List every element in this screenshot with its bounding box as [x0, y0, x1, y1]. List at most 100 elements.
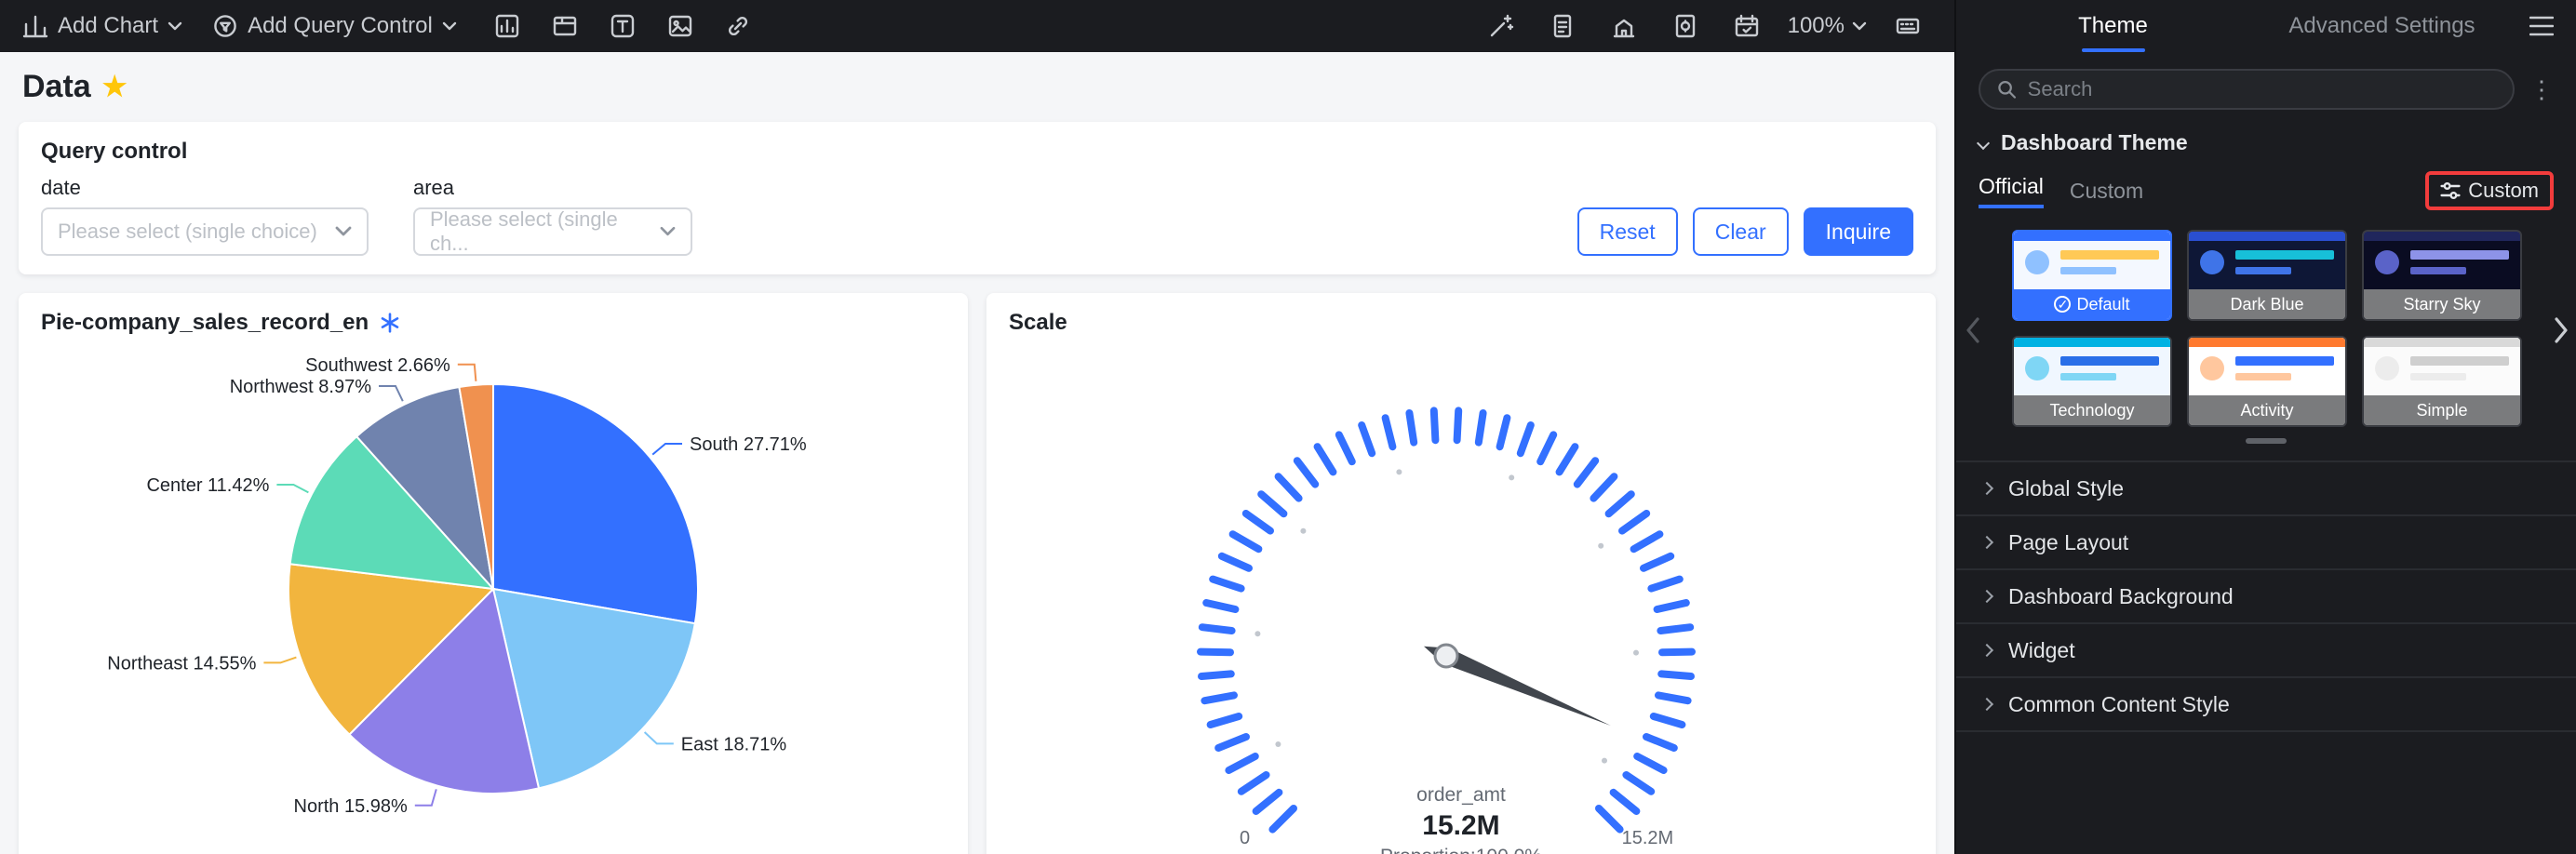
area-select-placeholder: Please select (single ch...	[430, 207, 618, 255]
theme-preview	[2364, 338, 2520, 395]
menu-icon[interactable]	[2516, 16, 2554, 36]
shortcut-keys-button[interactable]	[1887, 7, 1928, 45]
gauge-value: 15.2M	[1422, 810, 1500, 841]
chevron-right-icon	[1979, 535, 1994, 550]
settings-panel-header: Theme Advanced Settings	[1956, 0, 2576, 52]
document-button[interactable]	[1542, 7, 1583, 45]
inquire-button[interactable]: Inquire	[1803, 207, 1913, 256]
keyboard-icon	[1896, 18, 1920, 34]
chevron-right-icon	[1979, 589, 1994, 604]
subtab-official[interactable]: Official	[1979, 174, 2044, 208]
image-icon	[668, 15, 692, 37]
search-input[interactable]	[2027, 77, 2496, 101]
text-icon	[610, 14, 635, 38]
theme-thumb-default[interactable]: ✓ Default	[2012, 230, 2172, 321]
theme-thumb-tech[interactable]: Technology	[2012, 336, 2172, 427]
section-label: Global Style	[2008, 475, 2125, 500]
link-icon	[728, 16, 747, 36]
svg-text:Southwest 2.66%: Southwest 2.66%	[305, 355, 450, 376]
chevron-down-icon	[1976, 136, 1991, 150]
next-themes-arrow[interactable]	[2554, 316, 2569, 351]
panel-section-global-style[interactable]: Global Style	[1956, 462, 2576, 516]
doc-settings-icon	[1675, 14, 1695, 38]
tab-theme[interactable]: Theme	[1979, 0, 2247, 52]
chevron-down-icon	[442, 21, 457, 31]
image-component-button[interactable]	[660, 7, 701, 45]
query-control-icon	[214, 15, 236, 37]
theme-thumb-dark[interactable]: Dark Blue	[2187, 230, 2347, 321]
theme-search-box[interactable]	[1979, 69, 2515, 110]
gauge-chart-widget[interactable]: Scale 015.2M order_amt 15.2M Proportion:…	[986, 293, 1936, 854]
pie-chart-widget[interactable]: Pie-company_sales_record_en South 27.71%…	[19, 293, 968, 854]
preview-doc-button[interactable]	[1665, 7, 1706, 45]
add-query-control-label: Add Query Control	[248, 13, 433, 38]
theme-thumb-simple[interactable]: Simple	[2362, 336, 2522, 427]
calendar-button[interactable]	[1726, 7, 1767, 45]
section-label: Page Layout	[2008, 529, 2129, 554]
section-label: Common Content Style	[2008, 691, 2230, 716]
prev-themes-arrow[interactable]	[1966, 316, 1980, 351]
beautify-button[interactable]	[1481, 7, 1522, 45]
panel-section-dashboard-background[interactable]: Dashboard Background	[1956, 570, 2576, 624]
gauge-chart-title: Scale	[1009, 310, 1067, 335]
document-icon	[1553, 14, 1571, 38]
app-window: Add Chart Add Query Control 100% Data ★ …	[0, 0, 2576, 854]
add-chart-button[interactable]: Add Chart	[22, 13, 182, 39]
theme-panel-body: ⋮ Dashboard Theme Official Custom Custom…	[1956, 52, 2576, 854]
zoom-dropdown[interactable]: 100%	[1788, 13, 1867, 39]
section-label: Widget	[2008, 637, 2075, 662]
template-button[interactable]	[1603, 7, 1644, 45]
reset-button[interactable]: Reset	[1576, 207, 1678, 256]
panel-section-page-layout[interactable]: Page Layout	[1956, 516, 2576, 570]
dashboard-theme-label: Dashboard Theme	[2001, 130, 2188, 154]
tab-component-button[interactable]	[544, 7, 585, 45]
svg-text:South 27.71%: South 27.71%	[690, 434, 807, 455]
theme-name: Activity	[2189, 395, 2345, 425]
date-select[interactable]: Please select (single choice)	[41, 207, 369, 256]
panel-section-common-content-style[interactable]: Common Content Style	[1956, 678, 2576, 732]
carousel-indicator[interactable]	[2246, 438, 2287, 444]
toolbar-right-group: 100%	[1481, 7, 1928, 45]
tab-advanced-settings[interactable]: Advanced Settings	[2247, 0, 2516, 52]
building-icon	[1613, 19, 1634, 38]
linkage-icon	[381, 313, 399, 333]
text-component-button[interactable]	[602, 7, 643, 45]
theme-source-tabs: Official Custom Custom	[1956, 167, 2576, 215]
custom-theme-button[interactable]: Custom	[2425, 171, 2554, 210]
theme-preview	[2189, 338, 2345, 395]
chevron-right-icon	[1979, 643, 1994, 658]
theme-name: Dark Blue	[2189, 289, 2345, 319]
chevron-down-icon	[335, 226, 352, 236]
combo-chart-button[interactable]	[487, 7, 528, 45]
more-options-icon[interactable]: ⋮	[2529, 77, 2554, 101]
check-icon: ✓	[2054, 296, 2072, 313]
bar-chart-icon	[22, 15, 48, 38]
section-label: Dashboard Background	[2008, 583, 2234, 608]
dashboard-canvas[interactable]: Data ★ Query control date Please select …	[0, 52, 1954, 854]
add-query-control-button[interactable]: Add Query Control	[212, 13, 457, 39]
chevron-down-icon	[1852, 21, 1867, 31]
dashboard-title-text: Data	[22, 69, 91, 104]
star-icon: ★	[101, 71, 127, 102]
subtab-custom[interactable]: Custom	[2070, 179, 2143, 204]
link-component-button[interactable]	[718, 7, 758, 45]
query-control-card: Query control date Please select (single…	[19, 122, 1936, 274]
dashboard-theme-section-header[interactable]: Dashboard Theme	[1956, 127, 2576, 167]
date-field: date Please select (single choice)	[41, 176, 369, 256]
theme-thumb-starry[interactable]: Starry Sky	[2362, 230, 2522, 321]
theme-name: Technology	[2014, 395, 2170, 425]
theme-thumb-activity[interactable]: Activity	[2187, 336, 2347, 427]
theme-preview	[2014, 232, 2170, 289]
svg-text:Center 11.42%: Center 11.42%	[146, 475, 269, 496]
add-chart-label: Add Chart	[58, 13, 159, 38]
chevron-right-icon	[1979, 697, 1994, 712]
svg-text:North 15.98%: North 15.98%	[294, 796, 409, 817]
date-select-placeholder: Please select (single choice)	[58, 220, 317, 243]
zoom-value: 100%	[1787, 13, 1845, 38]
sliders-icon	[2440, 182, 2461, 199]
area-select[interactable]: Please select (single ch...	[413, 207, 692, 256]
clear-button[interactable]: Clear	[1692, 207, 1789, 256]
panel-section-widget[interactable]: Widget	[1956, 624, 2576, 678]
insert-icons-group	[487, 7, 758, 45]
query-card-title: Query control	[41, 139, 188, 164]
